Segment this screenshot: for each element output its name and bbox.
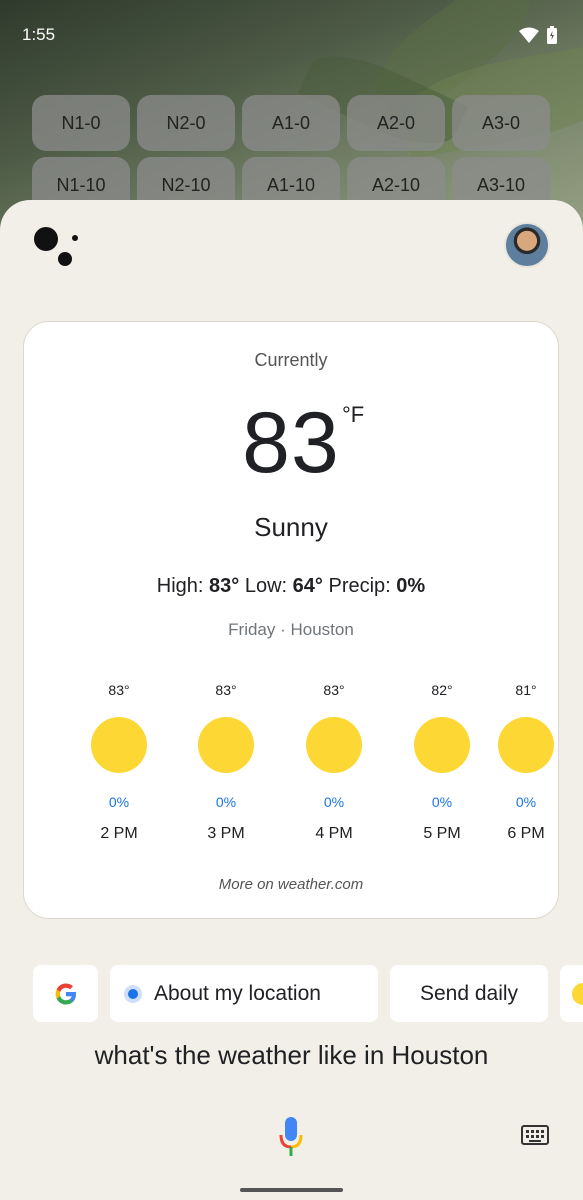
wifi-icon: [519, 27, 539, 43]
suggestion-chips: About my location Send daily: [33, 965, 583, 1023]
hour-precip: 0%: [515, 794, 537, 810]
google-search-chip[interactable]: [33, 965, 98, 1022]
hour-precip: 0%: [431, 794, 453, 810]
send-daily-chip[interactable]: Send daily: [390, 965, 548, 1022]
sun-icon: [91, 717, 147, 773]
high-label: High:: [156, 575, 204, 597]
status-icons: [519, 26, 557, 44]
hour-precip: 0%: [215, 794, 237, 810]
hour-column: 83° 0% 2 PM: [79, 682, 159, 843]
about-location-chip[interactable]: About my location: [110, 965, 378, 1022]
location-dot-icon: [124, 984, 142, 1003]
hour-time: 5 PM: [423, 825, 461, 842]
hour-column: 83° 0% 4 PM: [294, 682, 374, 843]
high-value: 83°: [209, 575, 240, 597]
app-chip[interactable]: A1-0: [242, 95, 340, 151]
hour-precip: 0%: [323, 794, 345, 810]
hour-time: 6 PM: [507, 825, 545, 842]
weather-details: High: 83° Low: 64° Precip: 0%: [24, 575, 558, 598]
app-chip[interactable]: A2-0: [347, 95, 445, 151]
hour-time: 2 PM: [100, 825, 138, 842]
sun-icon: [414, 717, 470, 773]
more-weather-link[interactable]: More on weather.com: [24, 876, 558, 893]
app-chip[interactable]: A3-0: [452, 95, 550, 151]
status-time: 1:55: [22, 25, 56, 44]
hour-temp: 83°: [323, 682, 345, 698]
hour-temp: 82°: [431, 682, 453, 698]
send-daily-label: Send daily: [419, 981, 519, 1005]
weather-condition: Sunny: [254, 512, 328, 542]
hour-column-inner: 81° 0% 6 PM: [486, 682, 560, 843]
hour-column: 83° 0% 3 PM: [186, 682, 266, 843]
temperature-block: 83 °F: [24, 394, 558, 493]
google-icon: [55, 983, 76, 1004]
about-location-label: About my location: [154, 981, 321, 1005]
sun-icon: [306, 717, 362, 773]
hour-temp: 83°: [108, 682, 130, 698]
day-location: Friday · Houston: [228, 620, 354, 639]
microphone-icon[interactable]: [278, 1117, 304, 1157]
assistant-sheet: Currently 83 °F Sunny High: 83° Low: 64°…: [0, 200, 583, 1200]
keyboard-icon[interactable]: [521, 1125, 549, 1145]
low-label: Low:: [244, 575, 288, 597]
hour-precip: 0%: [108, 794, 130, 810]
hour-column: 82° 0% 5 PM: [402, 682, 482, 843]
temperature-unit: °F: [342, 402, 365, 427]
logo-dot: [72, 235, 78, 241]
current-temperature: 83: [242, 395, 340, 491]
partial-chip[interactable]: [560, 965, 583, 1022]
weather-sun-icon: [572, 982, 583, 1005]
weather-card[interactable]: Currently 83 °F Sunny High: 83° Low: 64°…: [23, 321, 559, 919]
currently-label: Currently: [254, 350, 328, 370]
assistant-logo-icon: [34, 225, 84, 270]
hour-temp: 81°: [515, 682, 537, 698]
hour-column: 81° 0% 6 PM: [486, 682, 560, 843]
gesture-nav-handle[interactable]: [240, 1188, 343, 1192]
hour-time: 4 PM: [315, 825, 353, 842]
query-text: what's the weather like in Houston: [94, 1040, 489, 1070]
app-grid: N1-0 N2-0 A1-0 A2-0 A3-0 N1-10 N2-10 A1-…: [32, 95, 552, 213]
precip-label: Precip:: [328, 575, 391, 597]
hour-temp: 83°: [215, 682, 237, 698]
hourly-forecast: 83° 0% 2 PM 83° 0% 3 PM 83° 0% 4 PM 82° …: [24, 682, 560, 862]
status-bar: 1:55: [0, 0, 583, 70]
sun-icon: [198, 717, 254, 773]
avatar[interactable]: [504, 222, 550, 268]
low-value: 64°: [292, 575, 323, 597]
logo-dot: [34, 227, 58, 251]
hour-time: 3 PM: [207, 825, 245, 842]
logo-dot: [58, 252, 72, 266]
battery-icon: [547, 26, 557, 44]
precip-value: 0%: [396, 575, 426, 597]
sun-icon: [498, 717, 554, 773]
app-chip[interactable]: N2-0: [137, 95, 235, 151]
app-chip[interactable]: N1-0: [32, 95, 130, 151]
